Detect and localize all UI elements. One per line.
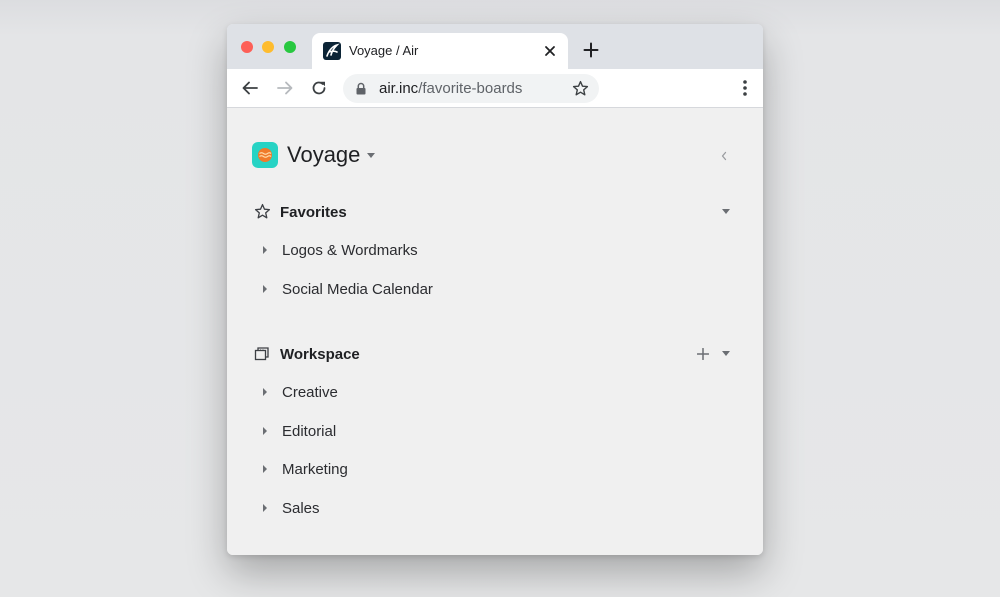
expand-caret-icon[interactable] [263,465,267,473]
lock-icon[interactable] [355,82,367,95]
workspace-item-editorial[interactable]: Editorial [261,421,701,443]
workspace-label: Workspace [280,346,360,363]
tab-voyage-air[interactable]: Voyage / Air [312,33,568,69]
workspace-item-marketing[interactable]: Marketing [261,459,701,481]
workspace-name[interactable]: Voyage [287,142,360,168]
url-text[interactable]: air.inc/favorite-boards [379,80,522,97]
sidebar-panel: Voyage Favorites Logos & Wordmarks Socia… [227,109,763,555]
star-icon[interactable] [572,80,589,97]
board-label: Social Media Calendar [282,281,433,298]
back-arrow-icon[interactable] [241,79,259,97]
favorite-item-social-media-calendar[interactable]: Social Media Calendar [261,279,701,301]
zoom-window-button[interactable] [284,41,296,53]
board-label: Creative [282,384,338,401]
close-icon[interactable] [542,43,558,59]
plus-icon[interactable] [583,42,599,58]
address-bar[interactable]: air.inc/favorite-boards [343,74,599,103]
close-window-button[interactable] [241,41,253,53]
browser-window: Voyage / Air air.inc/favorite-boards Voy… [227,24,763,555]
board-label: Sales [282,500,320,517]
favorites-section-header[interactable]: Favorites [254,202,734,222]
board-label: Marketing [282,461,348,478]
tab-strip: Voyage / Air [227,24,763,69]
star-icon [254,203,271,220]
forward-arrow-icon[interactable] [276,79,294,97]
reload-icon[interactable] [310,79,328,97]
plus-icon[interactable] [696,347,710,361]
board-label: Editorial [282,423,337,440]
boards-icon [254,345,271,362]
more-vertical-icon[interactable] [743,79,747,97]
expand-caret-icon[interactable] [263,246,267,254]
workspace-item-sales[interactable]: Sales [261,498,701,520]
favorites-label: Favorites [280,204,347,221]
workspace-collapse-icon[interactable] [722,351,730,356]
expand-caret-icon[interactable] [263,388,267,396]
minimize-window-button[interactable] [262,41,274,53]
tab-title: Voyage / Air [349,43,419,58]
workspace-dropdown-icon[interactable] [367,153,375,158]
url-host: air.inc [379,80,419,97]
expand-caret-icon[interactable] [263,285,267,293]
chevron-left-icon[interactable] [720,149,728,161]
expand-caret-icon[interactable] [263,427,267,435]
workspace-section-header[interactable]: Workspace [254,344,734,364]
board-label: Logos & Wordmarks [282,242,418,259]
workspace-logo-icon[interactable] [252,142,278,168]
workspace-item-creative[interactable]: Creative [261,382,701,404]
favorite-item-logos-wordmarks[interactable]: Logos & Wordmarks [261,240,701,262]
browser-toolbar: air.inc/favorite-boards [227,69,763,108]
favorites-collapse-icon[interactable] [722,209,730,214]
air-favicon-icon [323,42,341,60]
url-path: /favorite-boards [418,80,523,97]
expand-caret-icon[interactable] [263,504,267,512]
